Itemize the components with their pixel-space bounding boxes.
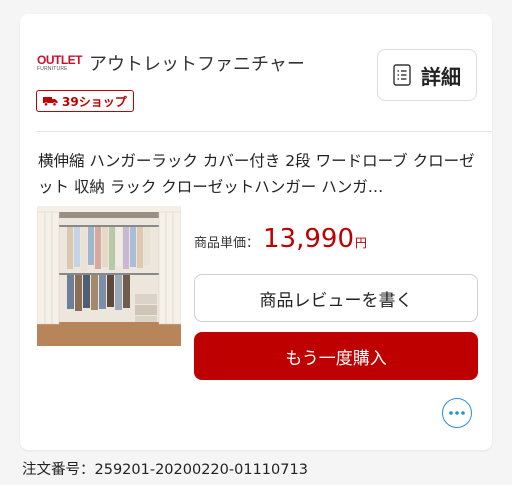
detail-button-label: 詳細 xyxy=(421,64,461,89)
order-number: 注文番号：259201-20200220-01110713 xyxy=(22,462,308,478)
document-list-icon xyxy=(393,64,411,86)
write-review-button[interactable]: 商品レビューを書く xyxy=(194,274,478,322)
product-image[interactable] xyxy=(37,206,181,346)
shop-badge-label: 39ショップ xyxy=(62,94,127,109)
shop-name[interactable]: アウトレットファニチャー xyxy=(89,50,305,76)
buy-again-button[interactable]: もう一度購入 xyxy=(194,332,478,380)
shop-logo-text: OUTLET xyxy=(37,53,83,67)
shop-logo: OUTLET FURNITURE xyxy=(37,50,83,76)
price-row: 商品単価： 13,990 円 xyxy=(194,224,367,254)
price-label: 商品単価： xyxy=(194,236,260,251)
more-options-button[interactable] xyxy=(442,398,472,428)
detail-button[interactable]: 詳細 xyxy=(377,49,477,101)
order-card: OUTLET FURNITURE アウトレットファニチャー 39ショップ 詳細 … xyxy=(20,14,492,450)
shop-logo-subtext: FURNITURE xyxy=(37,66,68,72)
product-title[interactable]: 横伸縮 ハンガーラック カバー付き 2段 ワードローブ クローゼット 収納 ラッ… xyxy=(38,148,478,200)
price-unit: 円 xyxy=(355,236,368,250)
divider xyxy=(36,131,492,132)
price-value: 13,990 xyxy=(263,224,354,254)
shop-badge: 39ショップ xyxy=(36,90,134,112)
truck-icon xyxy=(43,97,58,106)
shop-header[interactable]: OUTLET FURNITURE アウトレットファニチャー xyxy=(37,50,305,76)
hanger-rack-photo xyxy=(37,206,181,346)
ellipsis-circle-icon xyxy=(449,411,465,415)
